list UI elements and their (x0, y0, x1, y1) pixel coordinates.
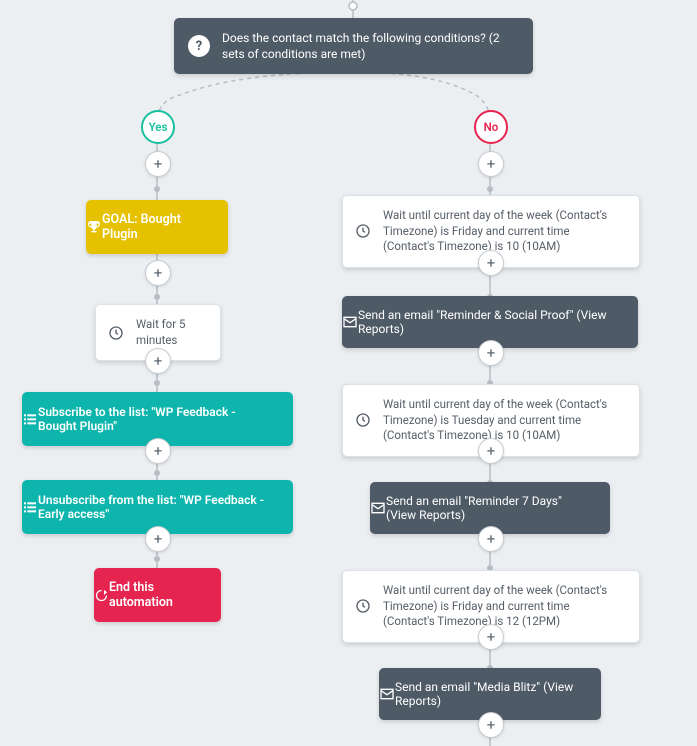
add-step-button[interactable]: + (145, 151, 171, 177)
add-step-button[interactable]: + (478, 250, 504, 276)
unsubscribe-text: Unsubscribe from the list: "WP Feedback … (38, 480, 293, 534)
goal-node[interactable]: GOAL: Bought Plugin (86, 200, 228, 254)
email-1-text: Send an email "Reminder & Social Proof" … (358, 296, 638, 348)
add-step-button[interactable]: + (478, 712, 504, 738)
add-step-button[interactable]: + (478, 340, 504, 366)
add-step-button[interactable]: + (145, 260, 171, 286)
add-step-button[interactable]: + (478, 438, 504, 464)
wait-2-text: Wait until current day of the week (Cont… (383, 385, 639, 456)
end-icon (94, 588, 109, 603)
clock-icon (96, 325, 136, 341)
clock-icon (343, 223, 383, 239)
clock-icon (343, 598, 383, 614)
add-step-button[interactable]: + (145, 348, 171, 374)
clock-icon (343, 412, 383, 428)
trophy-icon (86, 219, 102, 235)
add-step-button[interactable]: + (478, 624, 504, 650)
mail-icon (379, 686, 395, 702)
list-icon (22, 411, 38, 427)
end-node[interactable]: End this automation (94, 568, 221, 622)
wait-3-text: Wait until current day of the week (Cont… (383, 571, 639, 642)
branch-no-badge[interactable]: No (474, 110, 508, 144)
question-icon: ? (188, 35, 210, 57)
condition-text: Does the contact match the following con… (222, 18, 533, 74)
mail-icon (370, 500, 386, 516)
condition-node[interactable]: ? Does the contact match the following c… (174, 18, 533, 74)
end-text: End this automation (109, 568, 221, 622)
subscribe-text: Subscribe to the list: "WP Feedback - Bo… (38, 392, 293, 446)
list-icon (22, 499, 38, 515)
add-step-button[interactable]: + (145, 438, 171, 464)
goal-text: GOAL: Bought Plugin (102, 200, 228, 254)
mail-icon (342, 314, 358, 330)
add-step-button[interactable]: + (478, 526, 504, 552)
add-step-button[interactable]: + (478, 151, 504, 177)
wait-1-text: Wait until current day of the week (Cont… (383, 196, 639, 267)
add-step-button[interactable]: + (145, 526, 171, 552)
email-2-text: Send an email "Reminder 7 Days" (View Re… (386, 482, 610, 534)
email-3-text: Send an email "Media Blitz" (View Report… (395, 668, 601, 720)
branch-yes-badge[interactable]: Yes (141, 110, 175, 144)
